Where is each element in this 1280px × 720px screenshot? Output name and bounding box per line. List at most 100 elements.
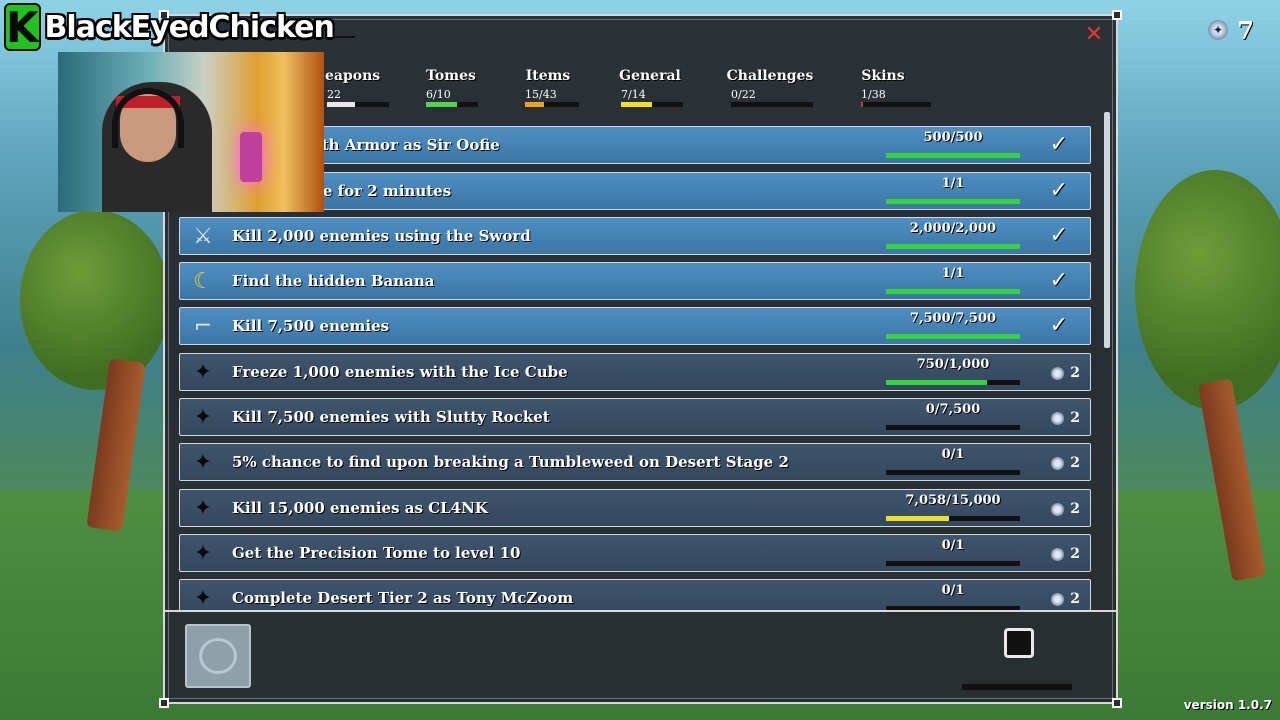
checkmark-icon: ✓ [1049, 223, 1068, 248]
quest-progress-fill [886, 244, 1020, 249]
silver-token-icon [1051, 547, 1065, 561]
tab-challenges[interactable]: Challenges 0/22 [705, 68, 835, 118]
tab-progress-fill [426, 102, 458, 107]
scrollbar-thumb[interactable] [1104, 112, 1110, 348]
tab-label: General [619, 68, 681, 84]
quest-progress-fill [886, 516, 949, 521]
tab-label: Tomes [426, 68, 476, 84]
quest-description: 5% chance to find upon breaking a Tumble… [232, 453, 789, 471]
tab-progress-fill [525, 102, 544, 107]
close-button[interactable]: ✕ [1084, 24, 1104, 46]
locked-icon: ✦ [193, 449, 213, 475]
panel-corner [1112, 10, 1122, 20]
quest-progress-text: 7,500/7,500 [909, 311, 997, 326]
quest-progress-bar [886, 516, 1020, 521]
quest-row[interactable]: ☾ Find the hidden Banana 1/1 ✓ [179, 262, 1091, 300]
tab-count: 22 [327, 88, 341, 101]
silver-token-icon [1051, 502, 1065, 516]
quest-progress-bar [886, 334, 1020, 339]
quest-progress: 0/1 [886, 583, 1020, 612]
quest-progress: 0/7,500 [886, 402, 1020, 432]
quest-progress: 2,000/2,000 [886, 221, 1020, 251]
quest-description: Kill 7,500 enemies [232, 317, 390, 335]
quest-progress-bar [886, 244, 1020, 249]
tab-progress-bar [621, 102, 683, 107]
tab-progress-fill [621, 102, 652, 107]
tab-weapons[interactable]: eapons 22 [315, 68, 401, 118]
quest-status: 2 [1051, 501, 1080, 517]
banana-icon: ☾ [193, 268, 213, 294]
quest-row[interactable]: ⚔ Kill 2,000 enemies using the Sword 2,000… [179, 217, 1091, 255]
quest-progress-text: 7,058/15,000 [905, 493, 1001, 508]
locked-icon: ✦ [193, 359, 213, 385]
quest-row[interactable]: ✦ Get the Precision Tome to level 10 0/1 2 [179, 534, 1091, 572]
quest-status: ✓ [1049, 268, 1068, 293]
tab-skins[interactable]: Skins 1/38 [835, 68, 931, 118]
quest-description: Kill 7,500 enemies with Slutty Rocket [232, 408, 550, 426]
quest-description: Kill 15,000 enemies as CL4NK [232, 499, 488, 517]
quest-row[interactable]: ⌐ Kill 7,500 enemies 7,500/7,500 ✓ [179, 307, 1091, 345]
quest-row[interactable]: ✦ Freeze 1,000 enemies with the Ice Cube 7… [179, 353, 1091, 391]
channel-logo: K [4, 2, 41, 52]
token-count: 7 [1237, 16, 1254, 45]
tab-progress-bar [731, 102, 813, 107]
quest-row[interactable]: ✦ Kill 7,500 enemies with Slutty Rocket 0/… [179, 398, 1091, 436]
quest-progress: 750/1,000 [886, 357, 1020, 387]
channel-name: BlackEyedChicken [44, 9, 335, 45]
quest-progress: 7,500/7,500 [886, 311, 1020, 341]
quest-status: ✓ [1050, 180, 1068, 202]
quest-progress: 0/1 [886, 538, 1020, 568]
tab-progress-bar [861, 102, 931, 107]
quest-row[interactable]: ✦ Kill 15,000 enemies as CL4NK 7,058/15,00… [179, 489, 1091, 527]
tab-general[interactable]: General 7/14 [595, 68, 705, 118]
tab-count: 15/43 [525, 88, 557, 101]
quest-row[interactable]: ✦ 5% chance to find upon breaking a Tumbl… [179, 443, 1091, 481]
tab-count: 1/38 [861, 88, 886, 101]
channel-branding: K BlackEyedChicken [0, 0, 335, 54]
quest-status: ✓ [1049, 132, 1068, 157]
quest-description: Freeze 1,000 enemies with the Ice Cube [232, 363, 568, 381]
locked-icon: ✦ [193, 404, 213, 430]
reward-amount: 2 [1070, 455, 1080, 471]
quest-description: Get the Precision Tome to level 10 [232, 544, 521, 562]
checkmark-icon: ✓ [1049, 313, 1068, 338]
quest-progress-bar [886, 561, 1020, 566]
tab-count: 0/22 [731, 88, 756, 101]
quest-progress-text: 500/500 [923, 130, 983, 145]
quest-description: Kill 2,000 enemies using the Sword [232, 227, 531, 245]
tab-items[interactable]: Items 15/43 [501, 68, 595, 118]
title-underline [335, 36, 355, 38]
quest-progress-text: 2,000/2,000 [909, 221, 997, 236]
quest-progress-text: 0/1 [941, 447, 965, 462]
tab-count: 7/14 [621, 88, 646, 101]
quest-progress: 1/1 [886, 266, 1020, 296]
reward-amount: 2 [1070, 591, 1080, 607]
silver-token-icon: ✦ [1208, 20, 1228, 40]
reward-slot[interactable] [1004, 628, 1034, 658]
quest-progress-bar [886, 425, 1020, 430]
reward-amount: 2 [1070, 365, 1080, 381]
quest-progress-bar [886, 199, 1020, 204]
tab-tomes[interactable]: Tomes 6/10 [401, 68, 501, 118]
quest-status: 2 [1051, 365, 1080, 381]
game-version: version 1.0.7 [1183, 698, 1272, 712]
quest-progress: 7,058/15,000 [886, 493, 1020, 523]
quest-progress-fill [886, 199, 1020, 204]
quest-progress-text: 750/1,000 [916, 357, 990, 372]
quest-progress-fill [886, 334, 1020, 339]
silver-token-icon [1051, 592, 1065, 606]
checkmark-icon: ✓ [1049, 132, 1068, 157]
quest-row[interactable]: ✦ Complete Desert Tier 2 as Tony McZoom 0/… [179, 579, 1091, 612]
reward-amount: 2 [1070, 410, 1080, 426]
silver-token-icon [1051, 366, 1065, 380]
quest-progress-fill [886, 289, 1020, 294]
tab-label: Skins [861, 68, 905, 84]
locked-emblem-icon [199, 638, 237, 674]
tab-progress-fill [327, 102, 355, 107]
quest-status: ✓ [1049, 223, 1068, 248]
quest-progress-bar [886, 380, 1020, 385]
tree-right [1135, 170, 1280, 410]
quest-progress-text: 0/1 [941, 538, 965, 553]
tab-label: eapons [325, 68, 381, 84]
checkmark-icon: ✓ [1049, 268, 1068, 293]
